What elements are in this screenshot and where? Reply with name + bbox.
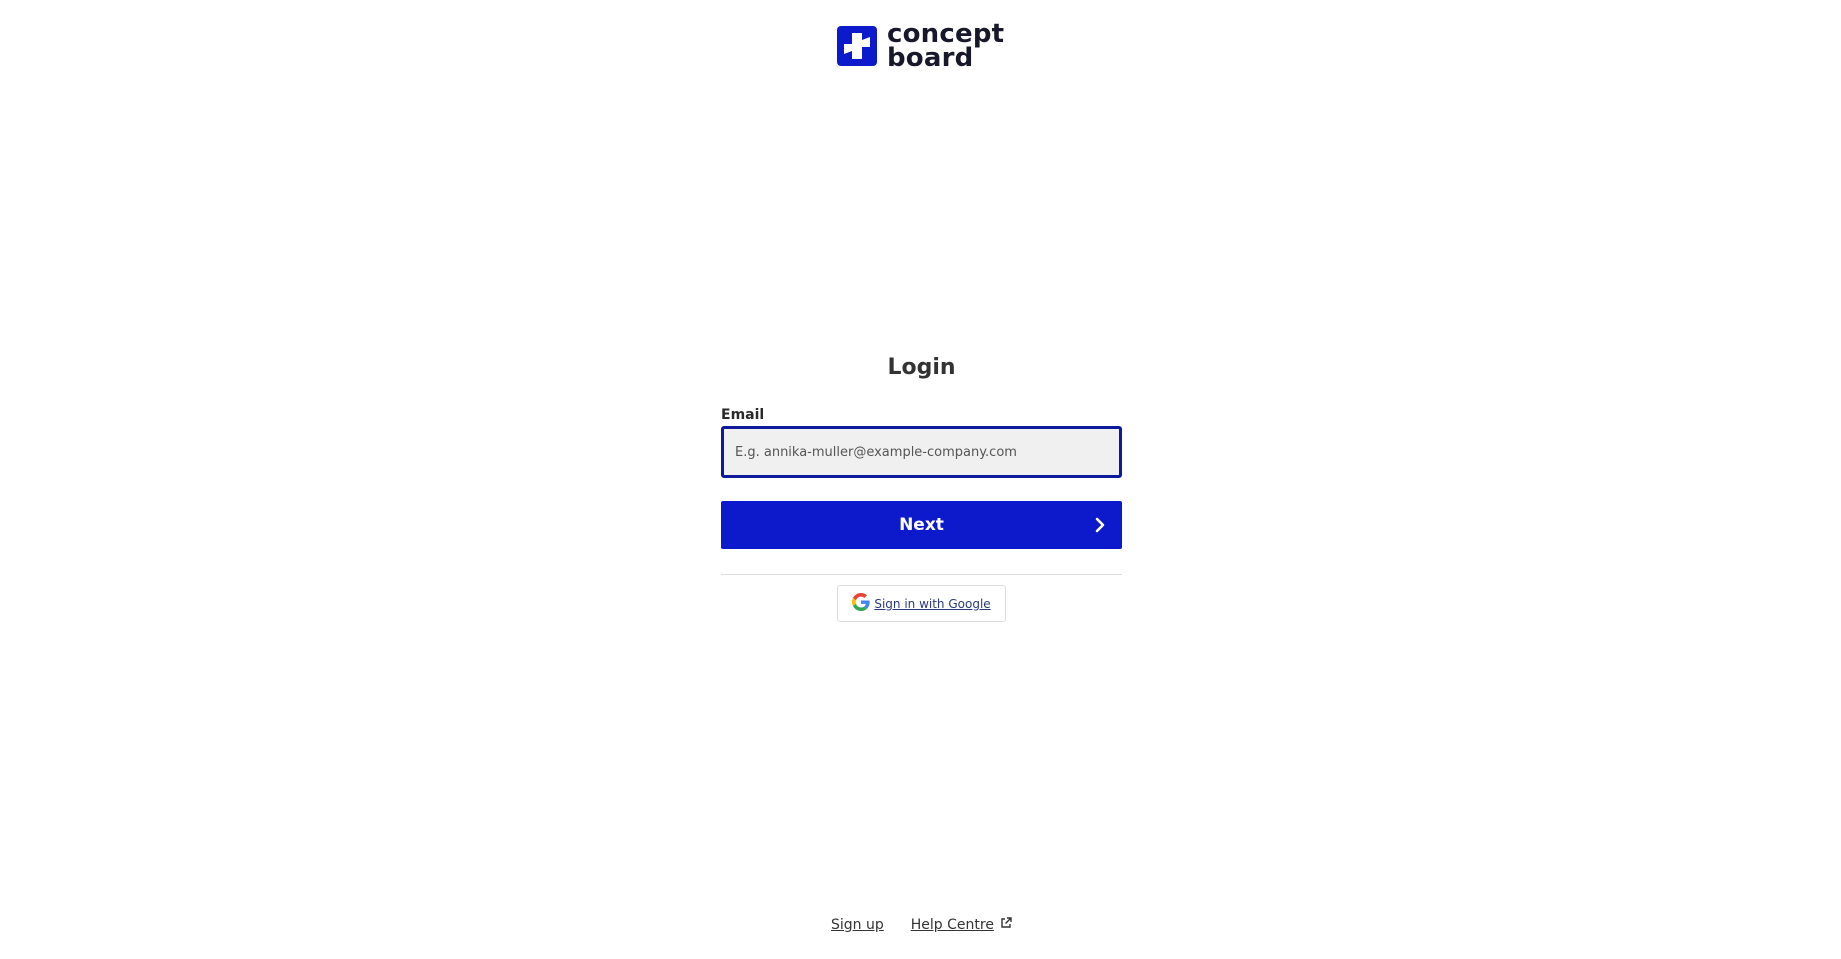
chevron-right-icon	[1094, 515, 1106, 540]
plus-cross-logo-icon	[837, 26, 877, 66]
footer-links: Sign up Help Centre	[831, 917, 1012, 933]
login-page: concept board Login Email Next	[0, 0, 1841, 959]
google-g-icon	[852, 592, 870, 615]
google-signin-container: Sign in with Google	[721, 585, 1122, 622]
divider	[721, 574, 1122, 575]
conceptboard-logo[interactable]: concept board	[837, 21, 1004, 73]
signup-link[interactable]: Sign up	[831, 917, 884, 933]
login-form: Login Email Next	[721, 355, 1122, 622]
external-link-icon	[1000, 917, 1012, 933]
google-signin-label: Sign in with Google	[874, 596, 991, 611]
help-centre-link-wrap[interactable]: Help Centre	[911, 917, 1012, 933]
next-button-label: Next	[899, 515, 944, 535]
google-signin-button[interactable]: Sign in with Google	[837, 585, 1006, 622]
email-label: Email	[721, 407, 765, 423]
help-centre-link[interactable]: Help Centre	[911, 917, 994, 933]
page-title: Login	[887, 355, 956, 380]
email-field[interactable]	[721, 426, 1122, 478]
next-button[interactable]: Next	[721, 501, 1122, 549]
logo-wordmark: concept board	[887, 21, 1004, 73]
logo-word-board: board	[887, 43, 974, 73]
